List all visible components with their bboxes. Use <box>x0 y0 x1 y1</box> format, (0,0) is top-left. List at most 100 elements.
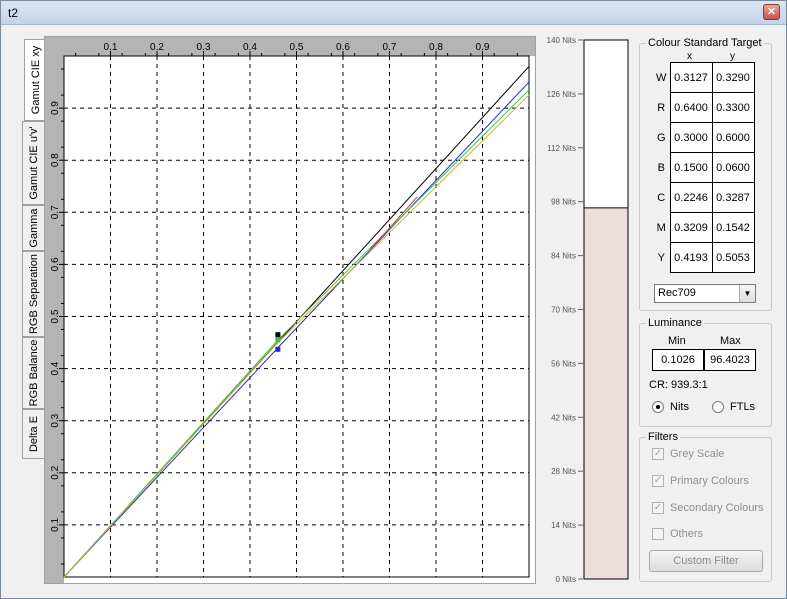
tab-gamut-cie-uv[interactable]: Gamut CIE u'v' <box>22 121 44 205</box>
data-marker <box>275 332 281 338</box>
target-y-value: 0.0600 <box>711 152 755 183</box>
nits-bar-fill <box>584 207 628 579</box>
tab-rgb-balance[interactable]: RGB Balance <box>22 337 44 409</box>
x-tick-label: 0.9 <box>476 42 490 53</box>
target-y-value: 0.3290 <box>711 62 755 93</box>
row-label: B <box>657 161 665 174</box>
tab-label: Gamut CIE u'v' <box>27 126 40 200</box>
filter-primary-colours[interactable]: ✓ Primary Colours <box>652 475 749 487</box>
tab-gamut-cie-xy[interactable]: Gamut CIE xy <box>24 39 46 121</box>
target-x-value: 0.3209 <box>669 212 713 243</box>
luminance-max-label: Max <box>720 335 741 347</box>
luminance-title: Luminance <box>646 317 704 329</box>
close-button[interactable]: ✕ <box>763 4 780 20</box>
luminance-min-label: Min <box>668 335 686 347</box>
filter-label: Secondary Colours <box>670 502 764 514</box>
nits-tick-label: 84 Nits <box>551 252 576 261</box>
radio-nits[interactable]: Nits <box>652 401 689 413</box>
data-marker <box>275 346 281 352</box>
target-y-value: 0.1542 <box>711 212 755 243</box>
x-tick-label: 0.2 <box>150 42 164 53</box>
y-tick-label: 0.4 <box>50 361 61 375</box>
window-title: t2 <box>8 6 19 20</box>
nits-tick-label: 42 Nits <box>551 413 576 422</box>
nits-tick-label: 98 Nits <box>551 198 576 207</box>
x-tick-label: 0.7 <box>383 42 397 53</box>
custom-filter-button[interactable]: Custom Filter <box>649 550 763 572</box>
radio-nits-label: Nits <box>670 401 689 413</box>
x-tick-label: 0.3 <box>197 42 211 53</box>
col-header-y: y <box>730 51 735 62</box>
checkbox: ✓ <box>652 475 664 487</box>
target-y-value: 0.6000 <box>711 122 755 153</box>
checkbox: ✓ <box>652 448 664 460</box>
tab-delta-e[interactable]: Delta E <box>22 409 44 459</box>
target-x-value: 0.1500 <box>669 152 713 183</box>
tab-label: Delta E <box>27 415 40 453</box>
target-x-value: 0.4193 <box>669 242 713 273</box>
filter-secondary-colours[interactable]: ✓ Secondary Colours <box>652 502 764 514</box>
row-label: R <box>657 101 666 114</box>
standard-select-value: Rec709 <box>658 287 696 299</box>
chevron-down-icon[interactable]: ▼ <box>739 285 755 302</box>
nits-tick-label: 28 Nits <box>551 467 576 476</box>
y-tick-label: 0.7 <box>50 205 61 219</box>
y-tick-label: 0.8 <box>50 153 61 167</box>
colour-standard-row: C 0.2246 0.3287 <box>653 182 755 213</box>
target-y-value: 0.3300 <box>711 92 755 123</box>
gamut-chart-panel: 0.1 0.2 0.3 0.4 0.5 0.6 0.7 0.8 0.9 0.1 0.2 0.3 0.4 0… <box>44 36 536 584</box>
checkbox <box>652 528 664 540</box>
radio-nits-indicator <box>652 401 664 413</box>
nits-tick-label: 56 Nits <box>551 359 576 368</box>
target-y-value: 0.5053 <box>711 242 755 273</box>
colour-standard-table: W 0.3127 0.3290 R 0.6400 0.3300 G 0.3000 0.6000 B… <box>653 62 755 273</box>
title-bar: t2 ✕ <box>1 1 786 25</box>
target-x-value: 0.2246 <box>669 182 713 213</box>
colour-standard-row: W 0.3127 0.3290 <box>653 62 755 93</box>
row-label: G <box>656 131 666 144</box>
data-marker <box>275 337 281 343</box>
filter-label: Grey Scale <box>670 448 725 460</box>
nits-tick-label: 126 Nits <box>547 90 576 99</box>
y-tick-label: 0.6 <box>50 257 61 271</box>
checkbox: ✓ <box>652 502 664 514</box>
x-tick-label: 0.6 <box>336 42 350 53</box>
y-tick-label: 0.9 <box>50 101 61 115</box>
x-tick-label: 0.8 <box>429 42 443 53</box>
colour-standard-row: G 0.3000 0.6000 <box>653 122 755 153</box>
colour-standard-title: Colour Standard Target <box>646 37 764 49</box>
x-tick-label: 0.5 <box>290 42 304 53</box>
y-tick-label: 0.2 <box>50 465 61 479</box>
target-x-value: 0.3127 <box>669 62 713 93</box>
target-y-value: 0.3287 <box>711 182 755 213</box>
row-label: C <box>657 191 666 204</box>
nits-tick-label: 0 Nits <box>556 575 576 584</box>
luminance-nits-bar: 140 Nits 126 Nits 112 Nits 98 Nits 84 Nits 70… <box>547 36 629 584</box>
tab-label: Gamma <box>27 208 40 248</box>
view-tabs: Gamut CIE xy Gamut CIE u'v' Gamma RGB Se… <box>22 39 46 469</box>
colour-standard-row: Y 0.4193 0.5053 <box>653 242 755 273</box>
luminance-min-value: 0.1026 <box>652 349 704 371</box>
filter-label: Primary Colours <box>670 475 749 487</box>
luminance-max-value: 96.4023 <box>704 349 756 371</box>
nits-tick-label: 140 Nits <box>547 36 576 45</box>
standard-select[interactable]: Rec709 ▼ <box>654 284 756 303</box>
filter-label: Others <box>670 528 704 540</box>
colour-standard-row: R 0.6400 0.3300 <box>653 92 755 123</box>
radio-ftls-label: FTLs <box>730 401 756 413</box>
x-tick-label: 0.4 <box>243 42 257 53</box>
tab-label: RGB Separation <box>27 253 40 335</box>
colour-standard-row: B 0.1500 0.0600 <box>653 152 755 183</box>
filter-others[interactable]: Others <box>652 528 703 540</box>
col-header-x: x <box>687 51 692 62</box>
y-tick-label: 0.1 <box>50 518 61 532</box>
y-tick-label: 0.3 <box>50 413 61 427</box>
tab-label: Gamut CIE xy <box>29 45 42 115</box>
tab-rgb-separation[interactable]: RGB Separation <box>22 251 44 337</box>
filter-grey-scale[interactable]: ✓ Grey Scale <box>652 448 724 460</box>
radio-ftls[interactable]: FTLs <box>712 401 755 413</box>
row-label: W <box>656 71 667 84</box>
gamut-chart: 0.1 0.2 0.3 0.4 0.5 0.6 0.7 0.8 0.9 0.1 0.2 0.3 0.4 0… <box>45 37 535 583</box>
tab-gamma[interactable]: Gamma <box>22 205 44 251</box>
row-label: Y <box>657 251 665 264</box>
